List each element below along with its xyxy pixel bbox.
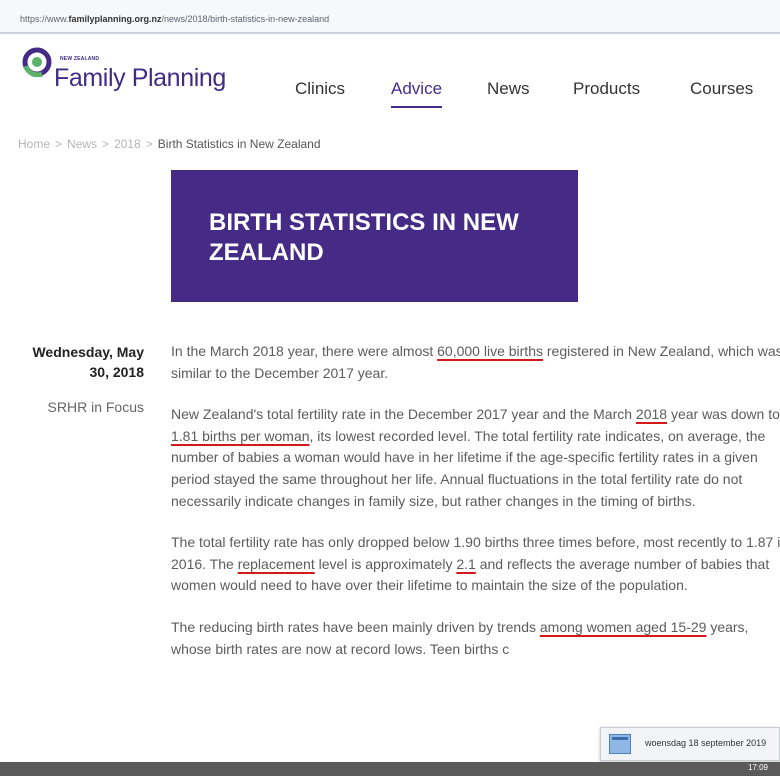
highlight-fertility-rate: 1.81 births per woman — [171, 427, 310, 444]
highlight-replacement-value: 2.1 — [456, 555, 476, 572]
breadcrumb-news[interactable]: News — [67, 137, 97, 151]
article-paragraph-2: New Zealand's total fertility rate in th… — [171, 406, 780, 509]
family-planning-logo-icon[interactable] — [22, 47, 52, 77]
calendar-icon — [609, 734, 631, 754]
post-date-line1: Wednesday, May — [32, 344, 144, 360]
nav-clinics[interactable]: Clinics — [295, 79, 345, 99]
browser-address-bar[interactable]: https://www.familyplanning.org.nz/news/2… — [0, 0, 780, 34]
breadcrumb: Home > News >2018 > Birth Statistics in New Z… — [18, 137, 321, 151]
highlight-live-births: 60,000 live births — [437, 343, 543, 359]
breadcrumb-home[interactable]: Home — [18, 137, 50, 151]
taskbar-clock[interactable]: 17:09 — [748, 763, 768, 772]
highlight-replacement: replacement — [237, 555, 315, 572]
breadcrumb-current: Birth Statistics in New Zealand — [157, 137, 321, 151]
highlight-age-group: among women aged 15-29 — [539, 618, 707, 635]
nav-courses[interactable]: Courses — [690, 79, 753, 99]
article-body: In the March 2018 year, there were almos… — [171, 341, 780, 680]
logo-wordmark[interactable]: Family Planning — [54, 64, 226, 93]
breadcrumb-separator: > — [55, 137, 63, 151]
article-paragraph-1: In the March 2018 year, there were almos… — [171, 343, 780, 381]
article-paragraph-3: The total fertility rate has only droppe… — [171, 534, 780, 594]
post-date: Wednesday, May 30, 2018 — [0, 342, 144, 382]
article-paragraph-4: The reducing birth rates have been mainl… — [171, 618, 749, 657]
nav-news[interactable]: News — [487, 79, 530, 99]
date-tooltip: woensdag 18 september 2019 — [600, 727, 780, 761]
breadcrumb-separator: > — [102, 137, 110, 151]
post-category[interactable]: SRHR in Focus — [0, 399, 144, 415]
nav-products[interactable]: Products — [573, 79, 640, 99]
page-title: BIRTH STATISTICS IN NEW ZEALAND — [209, 209, 519, 266]
nav-advice[interactable]: Advice — [391, 79, 443, 108]
logo-subtitle: NEW ZEALAND — [60, 56, 100, 62]
post-date-line2: 30, 2018 — [89, 364, 145, 380]
breadcrumb-separator: > — [145, 137, 153, 151]
breadcrumb-year[interactable]: 2018 — [114, 137, 141, 151]
url-text[interactable]: https://www.familyplanning.org.nz/news/2… — [20, 14, 329, 24]
page-title-banner: BIRTH STATISTICS IN NEW ZEALAND — [171, 170, 578, 302]
highlight-year: 2018 — [635, 406, 668, 423]
taskbar: 17:09 — [0, 762, 780, 776]
date-tooltip-text: woensdag 18 september 2019 — [645, 738, 767, 748]
